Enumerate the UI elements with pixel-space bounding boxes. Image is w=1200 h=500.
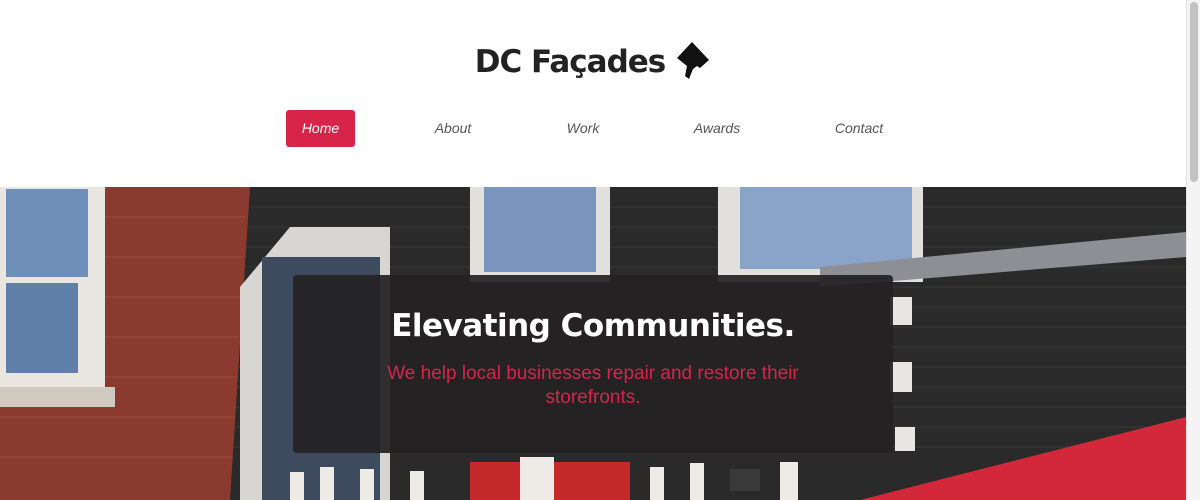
scrollbar-thumb[interactable] — [1190, 2, 1198, 182]
hero-title: Elevating Communities. — [391, 308, 795, 344]
brand-link[interactable]: DC Façades — [475, 42, 712, 82]
brand: DC Façades — [0, 42, 1186, 82]
site-header: DC Façades Home About Work Awards Contac… — [0, 0, 1186, 187]
site-title: DC Façades — [474, 44, 667, 80]
page: DC Façades Home About Work Awards Contac… — [0, 0, 1200, 500]
page-scrollbar[interactable] — [1186, 0, 1200, 500]
nav-work[interactable]: Work — [550, 110, 616, 147]
main-nav: Home About Work Awards Contact — [0, 110, 1186, 147]
nav-home[interactable]: Home — [286, 110, 355, 147]
nav-about[interactable]: About — [418, 110, 488, 147]
hero-subtitle: We help local businesses repair and rest… — [387, 363, 799, 408]
hero-overlay-box: Elevating Communities. We help local bus… — [293, 275, 893, 453]
nav-contact[interactable]: Contact — [818, 110, 900, 147]
hero-section: Elevating Communities. We help local bus… — [0, 187, 1186, 500]
dc-map-icon — [677, 42, 710, 79]
nav-awards[interactable]: Awards — [680, 110, 754, 147]
